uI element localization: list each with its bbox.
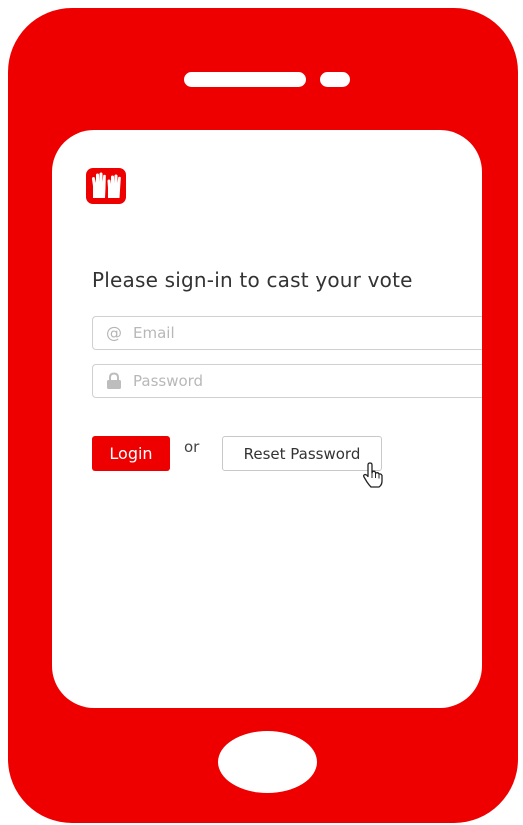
signin-title: Please sign-in to cast your vote (92, 268, 413, 292)
password-input[interactable] (133, 365, 473, 397)
email-input[interactable] (133, 317, 473, 349)
hand-pointer-cursor-icon (363, 462, 383, 488)
phone-speaker (184, 72, 306, 87)
reset-password-button[interactable]: Reset Password (222, 436, 382, 471)
password-field[interactable] (92, 364, 482, 398)
phone-frame: Please sign-in to cast your vote @ Login… (8, 8, 518, 823)
raised-hands-icon (86, 168, 126, 204)
or-separator: or (184, 438, 200, 456)
lock-icon (107, 372, 121, 389)
home-button[interactable] (218, 731, 317, 793)
at-sign-icon: @ (106, 323, 122, 342)
phone-camera (320, 72, 350, 87)
phone-screen: Please sign-in to cast your vote @ Login… (52, 130, 482, 708)
login-button[interactable]: Login (92, 436, 170, 471)
email-field[interactable]: @ (92, 316, 482, 350)
